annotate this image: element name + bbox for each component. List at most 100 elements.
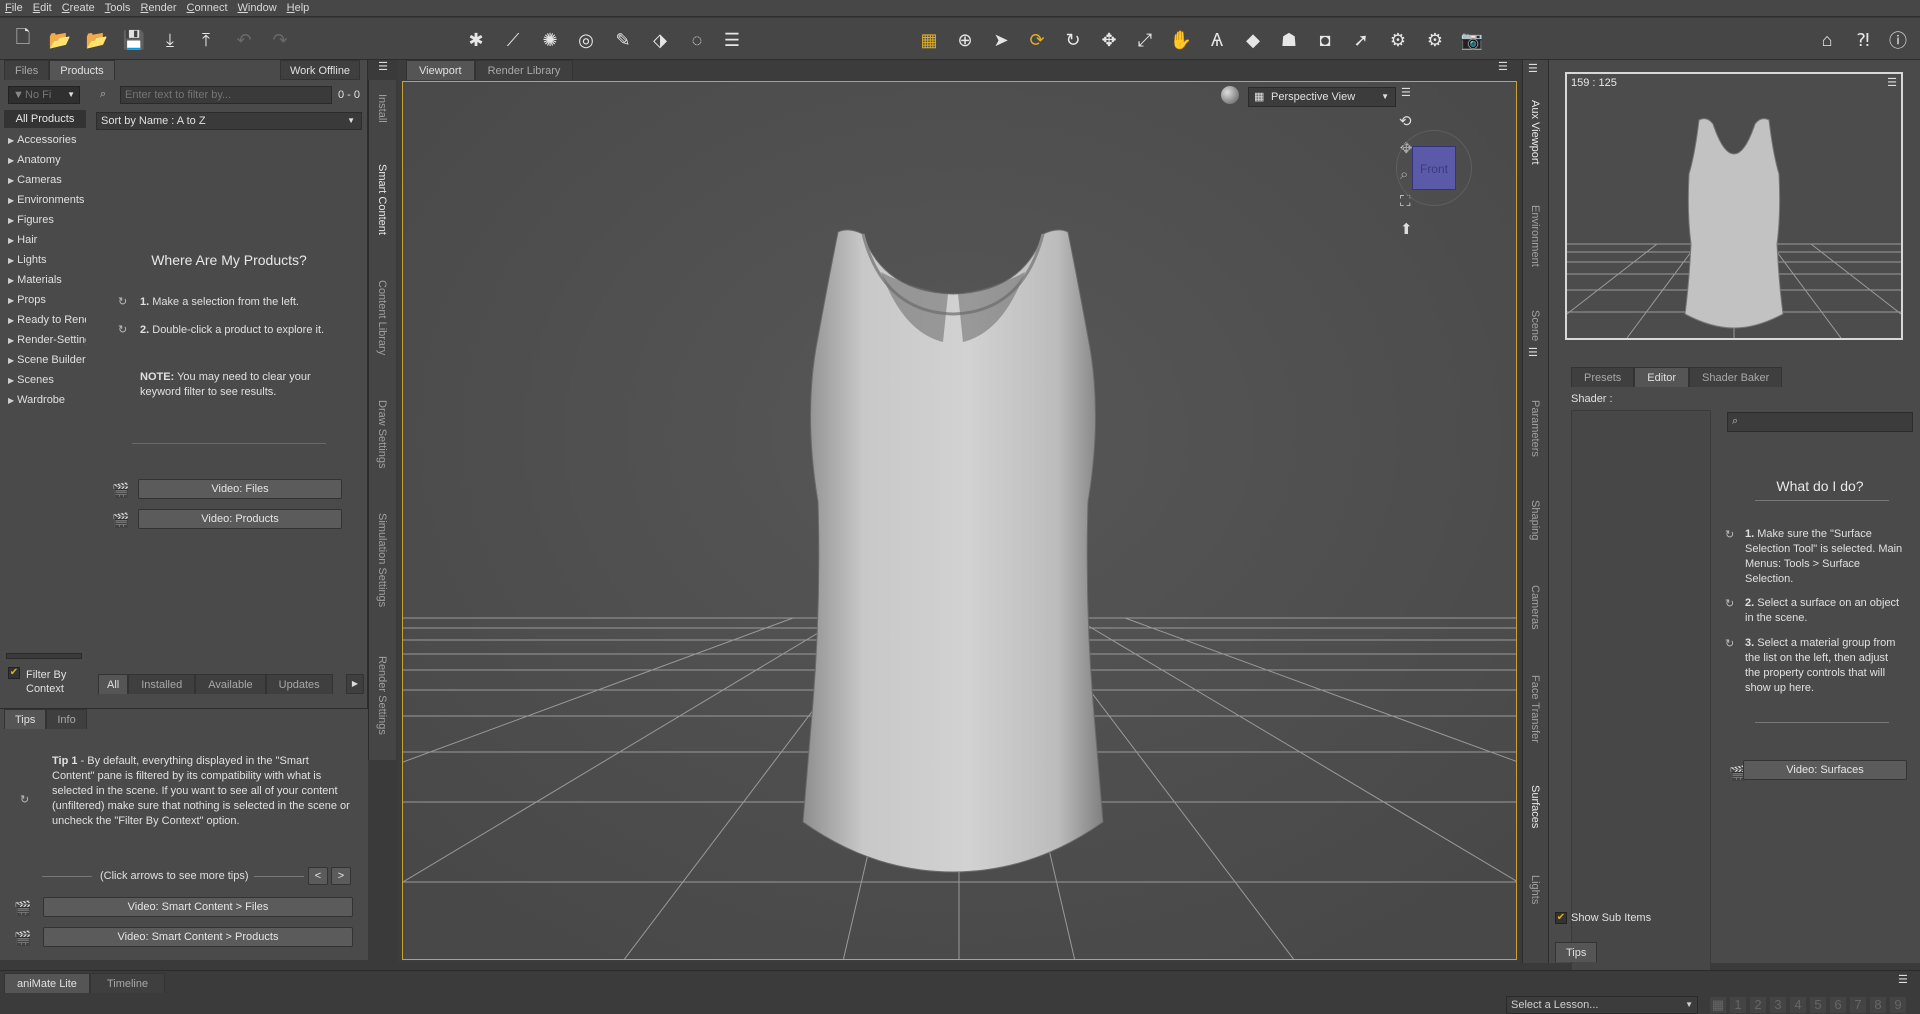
node-weight-icon[interactable]: ✺ [537, 27, 563, 53]
search-input[interactable] [120, 86, 332, 104]
open-icon[interactable]: 📂 [47, 27, 73, 53]
sort-dropdown[interactable]: Sort by Name : A to Z ▼ [96, 112, 362, 130]
filter-tab-all[interactable]: All [98, 674, 129, 694]
lesson-page[interactable]: 1 [1730, 997, 1746, 1013]
menu-file[interactable]: File [0, 2, 28, 14]
video-products-button[interactable]: Video: Products [138, 509, 342, 529]
side-tab-parameters[interactable]: Parameters [1529, 400, 1541, 457]
side-tab-lights[interactable]: Lights [1529, 875, 1541, 904]
aux-viewport[interactable]: 159 : 125 ☰ [1565, 72, 1903, 340]
menu-connect[interactable]: Connect [182, 2, 233, 14]
category-item[interactable]: ▶ Cameras [4, 170, 86, 190]
view-cube-front[interactable]: Front [1412, 146, 1456, 190]
edge-tool-icon[interactable]: ✎ [610, 27, 636, 53]
side-tab-aux-viewport[interactable]: Aux Viewport [1529, 100, 1541, 165]
save-icon[interactable]: 💾 [121, 27, 147, 53]
toolbar-menu-icon[interactable]: ☰ [719, 27, 745, 53]
pane-menu-icon[interactable]: ☰ [1528, 62, 1538, 75]
rotate-icon[interactable]: ↻ [1060, 27, 1086, 53]
video-files-button[interactable]: Video: Files [138, 479, 342, 499]
export-icon[interactable]: ⤒ [193, 27, 219, 53]
category-item[interactable]: ▶ Wardrobe [4, 390, 86, 410]
category-item[interactable]: ▶ Materials [4, 270, 86, 290]
tab-tips[interactable]: Tips [1555, 942, 1598, 962]
undo-icon[interactable]: ↶ [231, 27, 257, 53]
tab-presets[interactable]: Presets [1571, 367, 1635, 387]
work-offline-button[interactable]: Work Offline [280, 60, 360, 80]
3d-viewport[interactable]: ▦ Perspective View ▼ ☰ ⟲ ✥ ⌕ ⛶ ⬆ [402, 81, 1517, 960]
pane-menu-icon[interactable]: ☰ [1498, 60, 1508, 73]
side-tab-shaping[interactable]: Shaping [1529, 500, 1541, 540]
side-tab-render-settings[interactable]: Render Settings [376, 656, 388, 735]
pointer-settings-icon[interactable]: ➚ [1348, 27, 1374, 53]
translate-icon[interactable]: ✥ [1096, 27, 1122, 53]
viewport-menu-icon[interactable]: ☰ [1401, 86, 1411, 99]
camera-icon[interactable]: ◘ [1312, 27, 1338, 53]
category-scrollbar[interactable] [6, 653, 82, 659]
lesson-page[interactable]: 8 [1870, 997, 1886, 1013]
spotrender-icon[interactable]: Ѧ [1204, 27, 1230, 53]
lesson-page[interactable]: 2 [1750, 997, 1766, 1013]
pane-menu-icon[interactable]: ☰ [1528, 346, 1538, 359]
menu-create[interactable]: Create [57, 2, 100, 14]
tab-tips[interactable]: Tips [4, 709, 47, 729]
lesson-page[interactable]: 7 [1850, 997, 1866, 1013]
side-tab-draw-settings[interactable]: Draw Settings [376, 400, 388, 468]
category-item[interactable]: ▶ Anatomy [4, 150, 86, 170]
lesson-page[interactable]: 6 [1830, 997, 1846, 1013]
tab-timeline[interactable]: Timeline [89, 973, 166, 993]
video-smart-content-files-button[interactable]: Video: Smart Content > Files [43, 897, 353, 917]
rotate-tool-gold-icon[interactable]: ⟳ [1024, 27, 1050, 53]
filter-tab-updates[interactable]: Updates [265, 674, 333, 694]
filter-tab-installed[interactable]: Installed [128, 674, 196, 694]
tab-products[interactable]: Products [49, 60, 115, 80]
lesson-page[interactable]: 3 [1770, 997, 1786, 1013]
category-item[interactable]: ▶ Hair [4, 230, 86, 250]
previous-tip-button[interactable]: < [308, 867, 328, 885]
scale-icon[interactable]: ⤢ [1132, 27, 1158, 53]
menu-help[interactable]: Help [282, 2, 315, 14]
import-icon[interactable]: ⤓ [157, 27, 183, 53]
more-tabs-arrow-icon[interactable]: ▶ [346, 674, 364, 694]
category-item[interactable]: ▶ Lights [4, 250, 86, 270]
pane-menu-icon[interactable]: ☰ [368, 60, 398, 76]
daz-home-icon[interactable]: ⌂ [1814, 27, 1840, 53]
side-tab-surfaces[interactable]: Surfaces [1529, 785, 1541, 828]
surface-selection-icon[interactable]: ▦ [916, 27, 942, 53]
whats-this-icon[interactable]: ⁈ [1850, 27, 1876, 53]
figure-icon[interactable]: ☗ [1276, 27, 1302, 53]
menu-window[interactable]: Window [233, 2, 282, 14]
filter-tab-available[interactable]: Available [195, 674, 266, 694]
render-icon[interactable]: ⚙ [1422, 27, 1448, 53]
side-tab-cameras[interactable]: Cameras [1529, 585, 1541, 630]
active-pose-icon[interactable]: ✋ [1168, 27, 1194, 53]
geometry-editor-icon[interactable]: ◎ [573, 27, 599, 53]
draw-style-sphere-icon[interactable] [1221, 86, 1239, 104]
select-lesson-dropdown[interactable]: Select a Lesson... ▼ [1506, 996, 1698, 1014]
side-tab-content-library[interactable]: Content Library [376, 280, 388, 355]
side-tab-environment[interactable]: Environment [1529, 205, 1541, 267]
category-item[interactable]: ▶ Environments [4, 190, 86, 210]
category-item[interactable]: ▶ Scenes [4, 370, 86, 390]
menu-edit[interactable]: Edit [28, 2, 57, 14]
category-item[interactable]: ▶Ready to Render [4, 310, 86, 330]
all-products-button[interactable]: All Products [4, 110, 86, 128]
show-sub-items-checkbox[interactable]: ✔ [1555, 912, 1567, 924]
aux-menu-icon[interactable]: ☰ [1887, 76, 1897, 89]
next-tip-button[interactable]: > [331, 867, 351, 885]
help-icon[interactable]: ⓘ [1885, 27, 1911, 53]
menu-tools[interactable]: Tools [100, 2, 136, 14]
geometry-sculptor-icon[interactable]: ⬗ [647, 27, 673, 53]
lesson-page[interactable]: 5 [1810, 997, 1826, 1013]
material-group-list[interactable] [1571, 410, 1711, 990]
menu-render[interactable]: Render [135, 2, 181, 14]
tab-files[interactable]: Files [4, 60, 50, 80]
side-tab-simulation-settings[interactable]: Simulation Settings [376, 513, 388, 607]
render-camera-icon[interactable]: 📷 [1459, 27, 1485, 53]
universal-tool-icon[interactable]: ⊕ [952, 27, 978, 53]
side-tab-scene[interactable]: Scene [1529, 310, 1541, 341]
lesson-grid-icon[interactable]: ▦ [1710, 997, 1726, 1013]
side-tab-install[interactable]: Install [376, 94, 388, 123]
tab-viewport[interactable]: Viewport [406, 60, 475, 80]
category-item[interactable]: ▶ Accessories [4, 130, 86, 150]
